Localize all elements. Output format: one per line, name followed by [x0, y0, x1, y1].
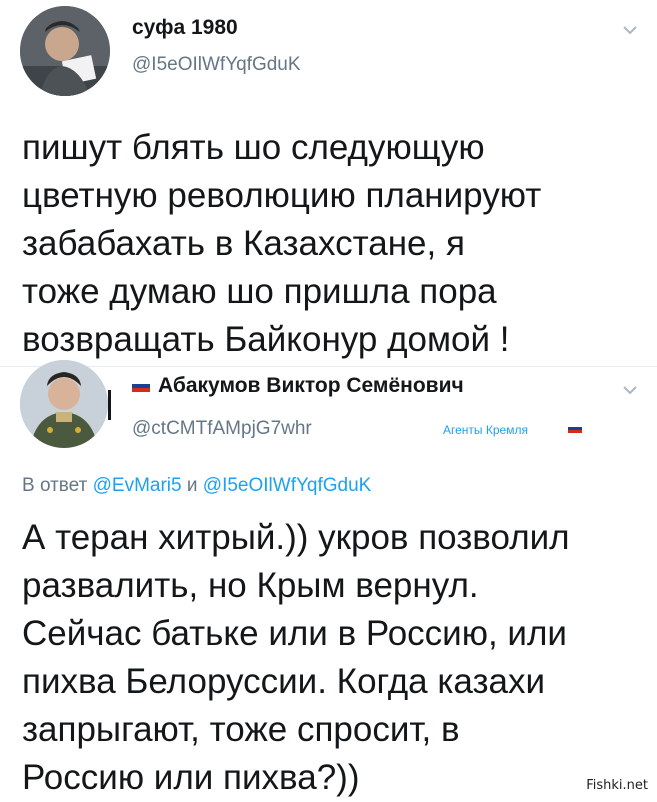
profile-bio: Агенты Кремля [443, 423, 528, 437]
avatar-photo [20, 360, 108, 448]
reply-context: В ответ @EvMari5 и @I5eOIlWfYqfGduK [22, 475, 371, 497]
avatar-abakumov[interactable] [20, 360, 108, 448]
russian-flag-icon [568, 424, 582, 433]
avatar-sufa[interactable] [20, 6, 110, 96]
author-name[interactable]: Абакумов Виктор Семёнович [158, 374, 464, 398]
chevron-down-icon[interactable] [620, 20, 640, 40]
author-name[interactable]: суфа 1980 [132, 16, 238, 40]
russian-flag-icon [132, 380, 150, 392]
watermark: Fishki.net [583, 777, 651, 794]
tweet-text: пишут блять шо следующую цветную революц… [22, 128, 542, 359]
profile-ring-marker [108, 390, 111, 420]
author-handle[interactable]: @I5eOIlWfYqfGduK [132, 54, 301, 76]
chevron-down-icon[interactable] [620, 380, 640, 400]
author-handle[interactable]: @ctCMTfAMpjG7whr [132, 418, 312, 440]
reply-prefix: В ответ [22, 475, 88, 496]
tweet-text: А теран хитрый.)) укров позволил развали… [22, 518, 570, 797]
divider [0, 366, 657, 367]
reply-and: и [186, 475, 198, 496]
reply-user-link[interactable]: @I5eOIlWfYqfGduK [203, 475, 372, 496]
avatar-photo [20, 6, 110, 96]
reply-user-link[interactable]: @EvMari5 [93, 475, 182, 496]
